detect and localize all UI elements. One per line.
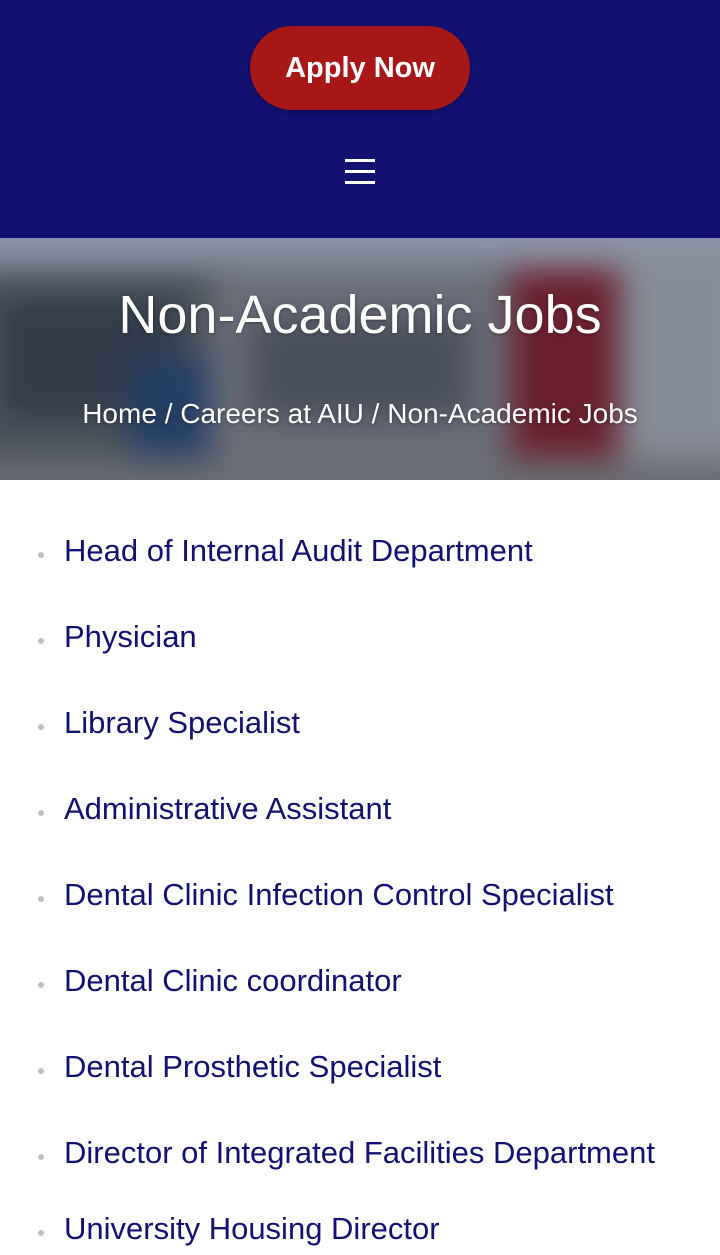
job-list-item[interactable]: Administrative Assistant: [38, 749, 682, 835]
bullet-icon: [38, 723, 44, 730]
bullet-icon: [38, 1067, 44, 1074]
menu-bars: [345, 159, 375, 185]
bullet-icon: [38, 809, 44, 816]
job-list-item[interactable]: Dental Prosthetic Specialist: [38, 1007, 682, 1093]
job-title-link[interactable]: Dental Clinic coordinator: [64, 963, 402, 998]
breadcrumb-separator: /: [371, 398, 380, 429]
bullet-icon: [38, 551, 44, 558]
breadcrumb: Home / Careers at AIU / Non-Academic Job…: [0, 398, 720, 430]
menu-bar-middle: [345, 170, 375, 173]
job-title-link[interactable]: Physician: [64, 619, 197, 654]
job-title-link[interactable]: Library Specialist: [64, 705, 300, 740]
bullet-icon: [38, 981, 44, 988]
job-list: Head of Internal Audit Department Physic…: [0, 480, 720, 1255]
hero-overlay: [0, 238, 720, 480]
job-list-item[interactable]: University Housing Director: [38, 1179, 682, 1255]
job-list-item[interactable]: Head of Internal Audit Department: [38, 480, 682, 577]
hamburger-menu-icon[interactable]: [338, 150, 382, 194]
bullet-icon: [38, 895, 44, 902]
job-title-link[interactable]: Dental Clinic Infection Control Speciali…: [64, 877, 614, 912]
site-header: Apply Now: [0, 0, 720, 238]
breadcrumb-separator: /: [164, 398, 173, 429]
bullet-icon: [38, 1229, 44, 1236]
job-list-item[interactable]: Dental Clinic coordinator: [38, 921, 682, 1007]
breadcrumb-current: Non-Academic Jobs: [387, 398, 638, 429]
job-list-item[interactable]: Physician: [38, 577, 682, 663]
apply-now-button[interactable]: Apply Now: [250, 26, 470, 110]
job-list-item[interactable]: Library Specialist: [38, 663, 682, 749]
hero-banner: Non-Academic Jobs Home / Careers at AIU …: [0, 238, 720, 480]
job-title-link[interactable]: Head of Internal Audit Department: [64, 533, 533, 568]
job-list-item[interactable]: Dental Clinic Infection Control Speciali…: [38, 835, 682, 921]
job-list-item[interactable]: Director of Integrated Facilities Depart…: [38, 1093, 682, 1179]
job-title-link[interactable]: Director of Integrated Facilities Depart…: [64, 1135, 655, 1170]
job-title-link[interactable]: Administrative Assistant: [64, 791, 391, 826]
menu-bar-bottom: [345, 181, 375, 184]
job-title-link[interactable]: University Housing Director: [64, 1211, 440, 1246]
job-title-link[interactable]: Dental Prosthetic Specialist: [64, 1049, 441, 1084]
page-title: Non-Academic Jobs: [118, 285, 602, 345]
breadcrumb-careers-link[interactable]: Careers at AIU: [180, 398, 364, 429]
bullet-icon: [38, 637, 44, 644]
breadcrumb-home-link[interactable]: Home: [82, 398, 157, 429]
menu-bar-top: [345, 159, 375, 162]
bullet-icon: [38, 1153, 44, 1160]
